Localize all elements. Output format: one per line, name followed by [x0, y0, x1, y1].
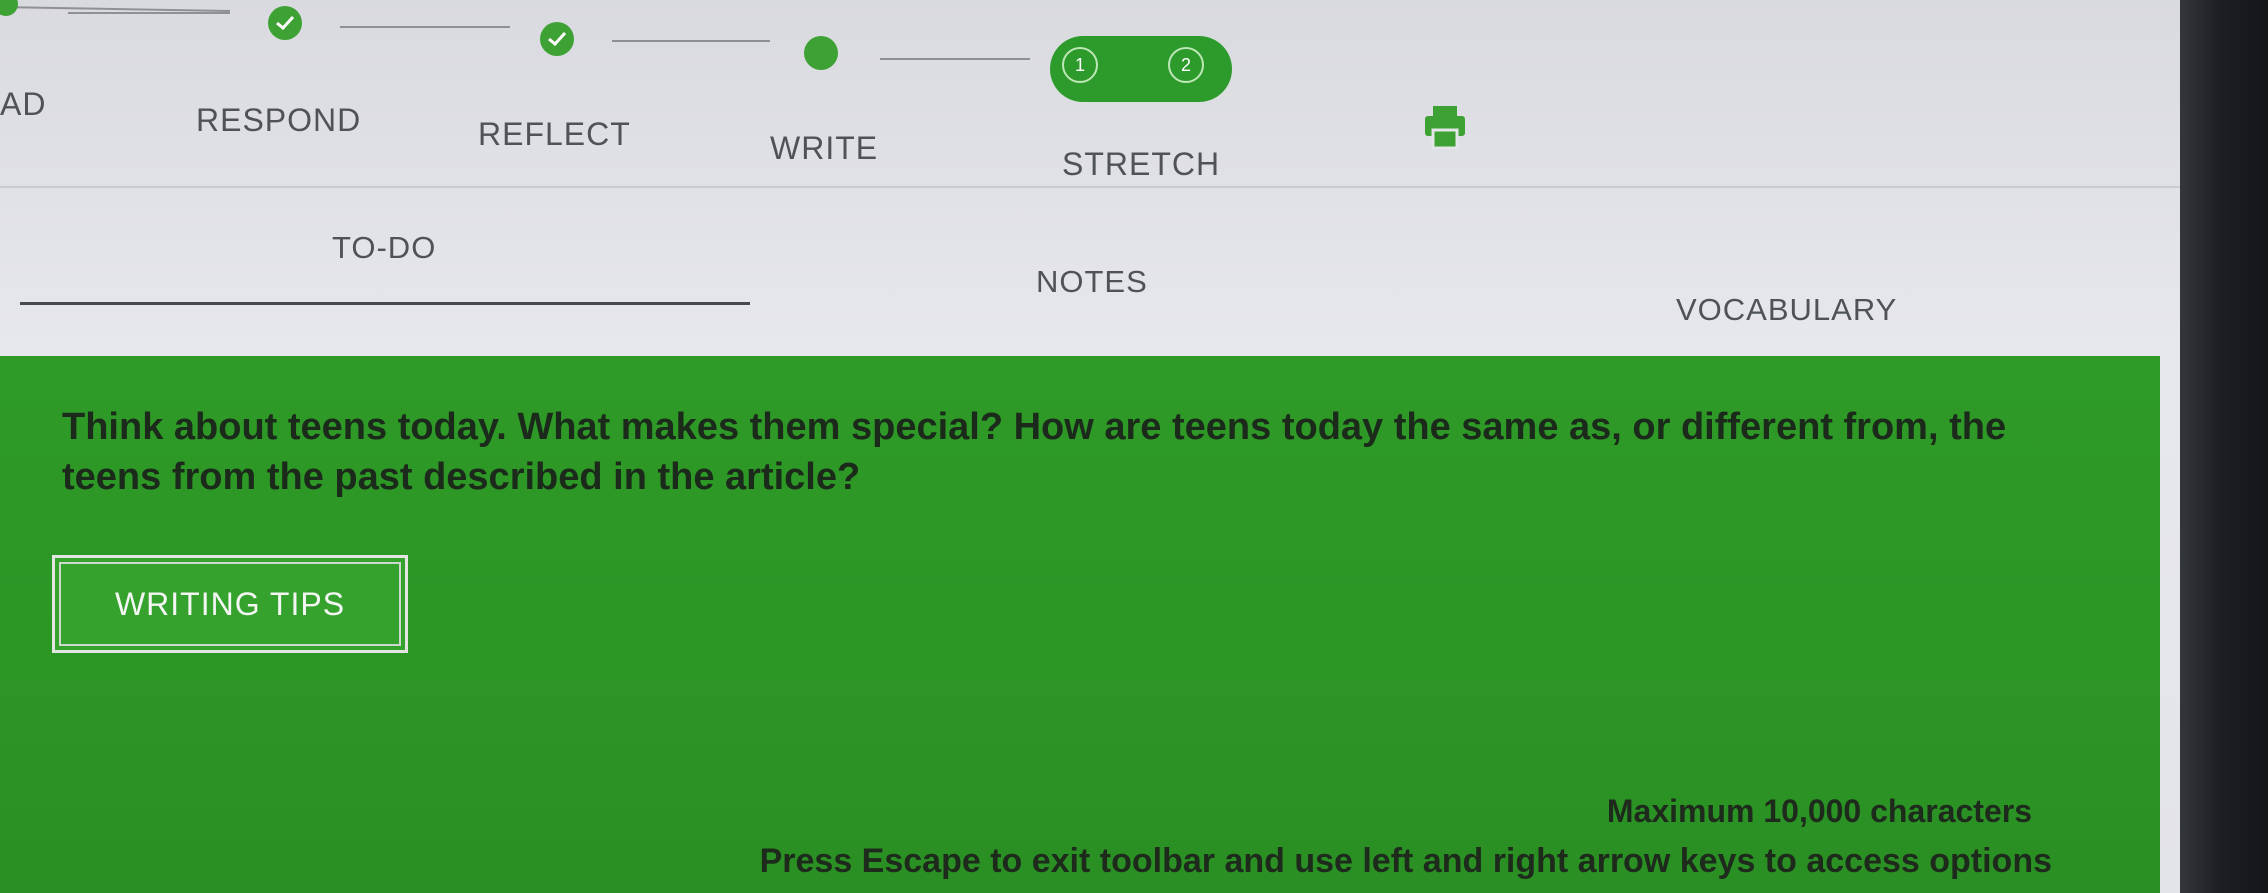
nav-item-reflect[interactable]: REFLECT	[478, 116, 631, 153]
nav-item-write[interactable]: WRITE	[770, 130, 878, 167]
tab-notes[interactable]: NOTES	[1036, 264, 1148, 300]
monitor-bezel	[2180, 0, 2268, 893]
check-icon	[276, 15, 295, 31]
progress-step-2[interactable]	[268, 6, 302, 40]
app-screen: 1 2 AD RESPOND REFLECT WRITE STRETCH TO-…	[0, 0, 2180, 893]
progress-substep-pill: 1 2	[1050, 36, 1232, 102]
toolbar-escape-hint: Press Escape to exit toolbar and use lef…	[759, 842, 2052, 880]
track-segment	[880, 58, 1030, 60]
progress-step-3[interactable]	[540, 22, 574, 56]
writing-tips-button[interactable]: WRITING TIPS	[52, 555, 408, 653]
printer-icon[interactable]	[1425, 104, 1465, 152]
progress-step-1[interactable]	[0, 0, 18, 16]
track-segment	[340, 26, 510, 28]
header-divider	[0, 186, 2180, 188]
nav-item-read[interactable]: AD	[0, 86, 46, 123]
nav-item-respond[interactable]: RESPOND	[196, 102, 361, 139]
nav-item-stretch[interactable]: STRETCH	[1062, 146, 1220, 183]
tab-vocabulary[interactable]: VOCABULARY	[1676, 292, 1897, 328]
track-segment	[68, 12, 230, 14]
substep-2[interactable]: 2	[1168, 47, 1204, 83]
progress-step-4[interactable]	[804, 36, 838, 70]
writing-tips-label: WRITING TIPS	[59, 562, 401, 646]
track-segment	[612, 40, 770, 42]
max-characters-note: Maximum 10,000 characters	[1606, 793, 2032, 829]
check-icon	[548, 31, 567, 47]
substep-1[interactable]: 1	[1062, 47, 1098, 83]
tab-to-do[interactable]: TO-DO	[332, 230, 436, 266]
writing-prompt: Think about teens today. What makes them…	[62, 406, 2007, 498]
active-tab-indicator	[20, 302, 750, 305]
